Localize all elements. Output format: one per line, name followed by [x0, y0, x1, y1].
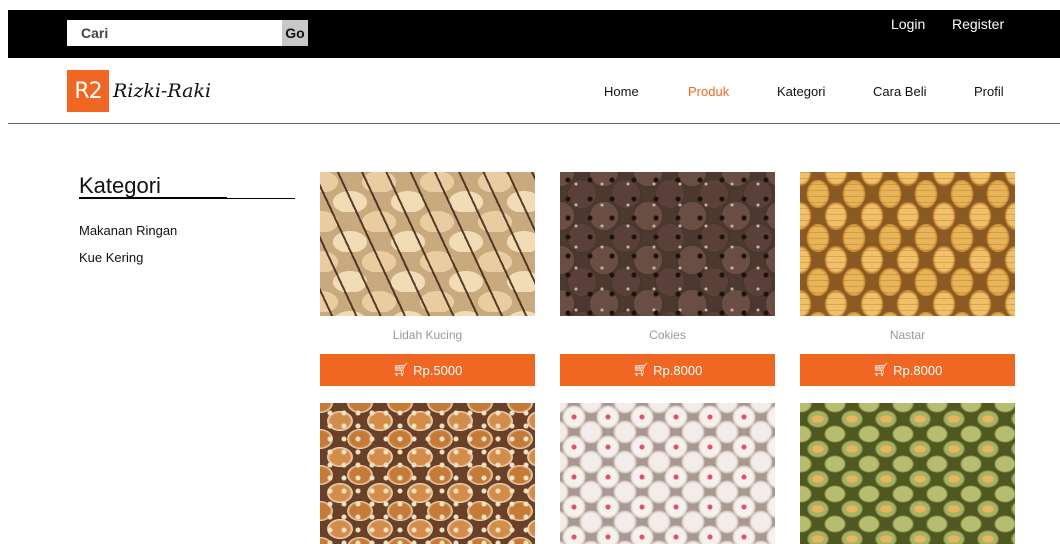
product-name[interactable]: Cokies — [560, 316, 775, 354]
buy-button[interactable]: 🛒︎ Rp.8000 — [560, 354, 775, 386]
site-header: R2 Rizki-Raki Home Produk Kategori Cara … — [8, 58, 1060, 124]
logo-text: Rizki-Raki — [113, 80, 212, 102]
top-bar: Go Login Register — [8, 10, 1060, 58]
nav-produk[interactable]: Produk — [688, 84, 729, 99]
register-link[interactable]: Register — [952, 16, 1004, 32]
product-card: Lidah Kucing 🛒︎ Rp.5000 — [320, 172, 535, 386]
nav-profil[interactable]: Profil — [974, 84, 1004, 99]
product-card — [560, 403, 775, 544]
product-name[interactable]: Nastar — [800, 316, 1015, 354]
product-price: Rp.8000 — [893, 362, 943, 378]
product-card: Cokies 🛒︎ Rp.8000 — [560, 172, 775, 386]
heading-underline — [79, 197, 227, 199]
product-image-nastar[interactable] — [800, 172, 1015, 316]
product-card: Nastar 🛒︎ Rp.8000 — [800, 172, 1015, 386]
product-card — [800, 403, 1015, 544]
product-image-lidah-kucing[interactable] — [320, 172, 535, 316]
cart-icon: 🛒︎ — [872, 362, 890, 377]
search-go-button[interactable]: Go — [282, 20, 308, 46]
category-link-kue-kering[interactable]: Kue Kering — [79, 250, 143, 265]
nav-home[interactable]: Home — [604, 84, 639, 99]
heading-rule — [227, 198, 295, 199]
product-image-kastengel[interactable] — [800, 403, 1015, 544]
cart-icon: 🛒︎ — [392, 362, 410, 377]
search-input[interactable] — [67, 20, 282, 46]
product-card — [320, 403, 535, 544]
search-form: Go — [67, 20, 308, 46]
buy-button[interactable]: 🛒︎ Rp.8000 — [800, 354, 1015, 386]
product-price: Rp.5000 — [413, 362, 463, 378]
product-image-flower-cookies[interactable] — [560, 403, 775, 544]
category-link-makanan-ringan[interactable]: Makanan Ringan — [79, 223, 177, 238]
nav-cara-beli[interactable]: Cara Beli — [873, 84, 926, 99]
site-logo[interactable]: R2 Rizki-Raki — [67, 70, 211, 112]
logo-mark: R2 — [67, 70, 109, 112]
product-name[interactable]: Lidah Kucing — [320, 316, 535, 354]
product-price: Rp.8000 — [653, 362, 703, 378]
cart-icon: 🛒︎ — [632, 362, 650, 377]
category-heading: Kategori — [79, 173, 161, 198]
nav-kategori[interactable]: Kategori — [777, 84, 825, 99]
login-link[interactable]: Login — [891, 16, 925, 32]
product-image-cokies[interactable] — [560, 172, 775, 316]
product-image-peanut-cookies[interactable] — [320, 403, 535, 544]
buy-button[interactable]: 🛒︎ Rp.5000 — [320, 354, 535, 386]
